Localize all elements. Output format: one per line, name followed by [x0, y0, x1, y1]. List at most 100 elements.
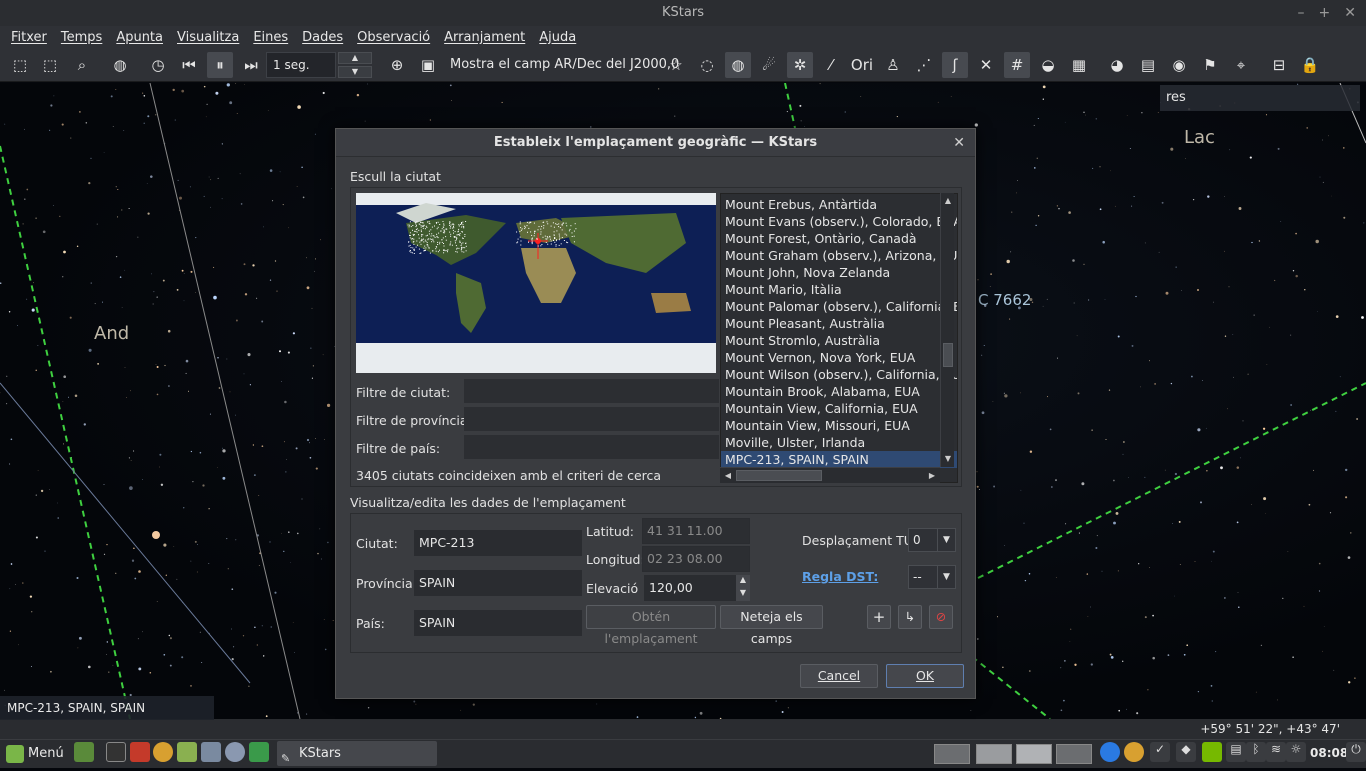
flag-icon[interactable]: ⚑ — [1197, 52, 1223, 78]
power-icon[interactable]: ⏻ — [1346, 742, 1366, 762]
city-list-horizontal-scrollbar[interactable]: ◀ ▶ — [720, 467, 940, 483]
crosshair-icon[interactable]: ⊕ — [384, 52, 410, 78]
step-forward-icon[interactable]: ⏭ — [238, 52, 264, 78]
city-list[interactable]: Mount Erebus, Antàrtida Mount Evans (obs… — [720, 193, 958, 483]
horizon-icon[interactable]: ◒ — [1035, 52, 1061, 78]
scrollbar-thumb[interactable] — [736, 470, 822, 481]
menu-visualitza[interactable]: Visualitza — [170, 30, 246, 45]
planets-icon[interactable]: ◍ — [725, 52, 751, 78]
constellation-bounds-icon[interactable]: ʃ — [942, 52, 968, 78]
cancel-button[interactable]: Cancel — [800, 664, 878, 688]
list-item[interactable]: Moville, Ulster, Irlanda — [721, 434, 957, 451]
clear-fields-button[interactable]: Neteja els camps — [720, 605, 823, 646]
latitude-field[interactable]: 41 31 11.00 — [642, 518, 750, 544]
deep-sky-icon[interactable]: ◌ — [694, 52, 720, 78]
coord-mode-toggle[interactable]: Mostra el camp AR/Dec del J2000,0 — [450, 48, 679, 82]
workspace-1[interactable] — [934, 744, 970, 764]
zoom-select-icon[interactable]: ⬚ — [37, 52, 63, 78]
bluetooth-icon[interactable]: ᛒ — [1246, 742, 1266, 762]
menu-temps[interactable]: Temps — [54, 30, 109, 45]
list-item[interactable]: Mount Wilson (observ.), California, EUA — [721, 366, 957, 383]
city-list-vertical-scrollbar[interactable]: ▲ ▼ — [940, 193, 954, 467]
eye-icon[interactable]: ◉ — [1166, 52, 1192, 78]
brightness-icon[interactable]: ☼ — [1286, 742, 1306, 762]
update-city-button[interactable]: ↳ — [898, 605, 922, 629]
scroll-right-icon[interactable]: ▶ — [926, 470, 938, 482]
menu-observacio[interactable]: Observació — [350, 30, 437, 45]
list-item[interactable]: Mountain Brook, Alabama, EUA — [721, 383, 957, 400]
teamviewer-icon[interactable] — [1100, 742, 1120, 762]
ok-button[interactable]: OK — [886, 664, 964, 688]
scroll-up-icon[interactable]: ▲ — [942, 195, 954, 207]
clipboard-icon[interactable]: ▤ — [1226, 742, 1246, 762]
target-icon[interactable]: ⌖ — [1228, 52, 1254, 78]
time-step-buttons[interactable]: ▲ ▼ — [338, 52, 372, 78]
chevron-down-icon[interactable]: ▼ — [736, 588, 750, 601]
menu-arranjament[interactable]: Arranjament — [437, 30, 532, 45]
lock-icon[interactable]: 🔒 — [1297, 52, 1323, 78]
list-item[interactable]: Mount Graham (observ.), Arizona, EUA — [721, 247, 957, 264]
chrome-tray-icon[interactable] — [1124, 742, 1144, 762]
search-icon[interactable]: ⌕ — [69, 52, 95, 78]
start-menu-button[interactable]: Menú — [6, 742, 64, 766]
constellation-lines-icon[interactable]: ⋰ — [911, 52, 937, 78]
chevron-up-icon[interactable]: ▲ — [736, 575, 750, 588]
list-item[interactable]: Mount Palomar (observ.), California, EUA — [721, 298, 957, 315]
list-item[interactable]: Mount John, Nova Zelanda — [721, 264, 957, 281]
menu-fitxer[interactable]: Fitxer — [4, 30, 54, 45]
country-field[interactable]: SPAIN — [414, 610, 582, 636]
list-item[interactable]: Mount Pleasant, Austràlia — [721, 315, 957, 332]
hips-icon[interactable]: ▦ — [1066, 52, 1092, 78]
wifi-icon[interactable]: ≋ — [1266, 742, 1286, 762]
workspace-2[interactable] — [976, 744, 1012, 764]
list-item-selected[interactable]: MPC-213, SPAIN, SPAIN — [721, 451, 957, 468]
constellation-names-icon[interactable]: Ori — [849, 52, 875, 78]
grid-icon[interactable]: # — [1004, 52, 1030, 78]
scroll-left-icon[interactable]: ◀ — [722, 470, 734, 482]
dst-rule-link[interactable]: Regla DST: — [802, 569, 878, 584]
list-item[interactable]: Mount Mario, Itàlia — [721, 281, 957, 298]
longitude-field[interactable]: 02 23 08.00 — [642, 546, 750, 572]
city-field[interactable]: MPC-213 — [414, 530, 582, 556]
tz-select[interactable]: 0 ▼ — [908, 528, 956, 552]
world-map[interactable] — [356, 193, 716, 373]
nvidia-icon[interactable] — [1202, 742, 1222, 762]
get-location-button[interactable]: Obtén l'emplaçament — [586, 605, 716, 646]
list-item[interactable]: Mount Stromlo, Austràlia — [721, 332, 957, 349]
list-item[interactable]: Mount Forest, Ontàrio, Canadà — [721, 230, 957, 247]
remove-city-button[interactable]: ⊘ — [929, 605, 953, 629]
supernova-icon[interactable]: ⁄ — [818, 52, 844, 78]
menu-dades[interactable]: Dades — [295, 30, 350, 45]
globe-icon[interactable]: ◍ — [107, 52, 133, 78]
system-monitor-icon[interactable] — [201, 742, 221, 762]
filter-country-input[interactable] — [464, 435, 719, 459]
ekos-icon[interactable]: ▤ — [1135, 52, 1161, 78]
chevron-down-icon[interactable]: ▼ — [338, 66, 372, 78]
list-item[interactable]: Mountain View, Missouri, EUA — [721, 417, 957, 434]
list-item[interactable]: Mount Erebus, Antàrtida — [721, 196, 957, 213]
image-icon[interactable]: ▣ — [415, 52, 441, 78]
list-item[interactable]: Mount Evans (observ.), Colorado, EUA — [721, 213, 957, 230]
step-back-icon[interactable]: ⏮ — [176, 52, 202, 78]
terminal-icon[interactable] — [106, 742, 126, 762]
scroll-down-icon[interactable]: ▼ — [942, 453, 954, 465]
fov-icon[interactable]: ◕ — [1104, 52, 1130, 78]
taskbar-window-kstars[interactable]: ✎ KStars — [277, 741, 437, 766]
list-item[interactable]: Mountain View, California, EUA — [721, 400, 957, 417]
close-icon[interactable]: ✕ — [1344, 0, 1356, 26]
filezilla-icon[interactable] — [130, 742, 150, 762]
pause-icon[interactable]: ⏸ — [207, 52, 233, 78]
show-desktop-icon[interactable] — [74, 742, 94, 762]
search-tool-icon[interactable] — [225, 742, 245, 762]
add-city-button[interactable]: + — [867, 605, 891, 629]
close-icon[interactable]: ✕ — [953, 129, 965, 157]
elevation-field[interactable]: 120,00 — [644, 575, 736, 601]
chevron-up-icon[interactable]: ▲ — [338, 52, 372, 64]
menu-eines[interactable]: Eines — [246, 30, 295, 45]
time-step-input[interactable]: 1 seg. — [266, 52, 336, 78]
scrollbar-thumb[interactable] — [943, 343, 953, 367]
minimize-icon[interactable]: – — [1298, 0, 1305, 26]
milky-way-icon[interactable]: ✕ — [973, 52, 999, 78]
workspace-3[interactable] — [1016, 744, 1052, 764]
zoom-fit-icon[interactable]: ⬚ — [7, 52, 33, 78]
